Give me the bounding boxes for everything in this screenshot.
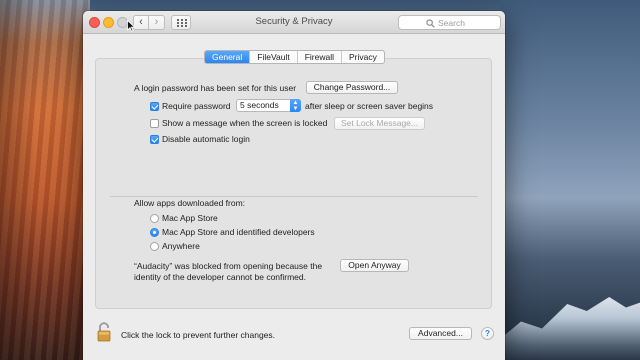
- require-password-delay-value: 5 seconds: [240, 100, 279, 110]
- chevron-updown-icon: ▲ ▼: [290, 99, 301, 112]
- set-lock-message-button[interactable]: Set Lock Message...: [334, 117, 425, 130]
- radio-mac-app-store-label: Mac App Store: [162, 213, 218, 223]
- radio-mac-app-store[interactable]: [150, 214, 159, 223]
- radio-anywhere-label: Anywhere: [162, 241, 200, 251]
- section-divider: [110, 196, 478, 197]
- require-password-delay-select[interactable]: 5 seconds ▲ ▼: [236, 99, 301, 112]
- change-password-button[interactable]: Change Password...: [306, 81, 398, 94]
- lock-icon: [97, 322, 111, 342]
- show-message-label: Show a message when the screen is locked: [162, 118, 328, 128]
- disable-auto-login-label: Disable automatic login: [162, 134, 250, 144]
- search-field[interactable]: Search: [398, 15, 501, 30]
- require-password-checkbox[interactable]: [150, 102, 159, 111]
- login-password-text: A login password has been set for this u…: [134, 83, 297, 93]
- general-panel: A login password has been set for this u…: [95, 58, 492, 309]
- advanced-button[interactable]: Advanced...: [409, 327, 472, 340]
- tab-bar: General FileVault Firewall Privacy: [204, 50, 385, 64]
- lock-button[interactable]: [97, 322, 111, 344]
- tab-general[interactable]: General: [205, 51, 251, 63]
- lock-text: Click the lock to prevent further change…: [121, 330, 276, 340]
- blocked-message-line1: “Audacity” was blocked from opening beca…: [134, 261, 323, 271]
- allow-apps-heading: Allow apps downloaded from:: [134, 198, 246, 208]
- disable-auto-login-checkbox[interactable]: [150, 135, 159, 144]
- show-message-checkbox[interactable]: [150, 119, 159, 128]
- tab-firewall[interactable]: Firewall: [298, 51, 342, 63]
- require-password-suffix: after sleep or screen saver begins: [305, 101, 434, 111]
- cursor-icon: [127, 20, 135, 32]
- tab-filevault[interactable]: FileVault: [250, 51, 298, 63]
- help-icon[interactable]: ?: [481, 327, 494, 340]
- radio-identified-developers-label: Mac App Store and identified developers: [162, 227, 315, 237]
- security-privacy-window: ‹ › Security & Privacy Search General Fi…: [83, 11, 505, 360]
- require-password-label: Require password: [162, 101, 231, 111]
- blocked-message-line2: identity of the developer cannot be conf…: [134, 272, 306, 282]
- open-anyway-button[interactable]: Open Anyway: [340, 259, 409, 272]
- tab-privacy[interactable]: Privacy: [342, 51, 384, 63]
- search-icon: [426, 19, 435, 28]
- radio-anywhere[interactable]: [150, 242, 159, 251]
- search-placeholder: Search: [438, 18, 465, 28]
- title-bar: ‹ › Security & Privacy Search: [83, 11, 505, 34]
- radio-identified-developers[interactable]: [150, 228, 159, 237]
- desktop-cliff: [0, 0, 90, 360]
